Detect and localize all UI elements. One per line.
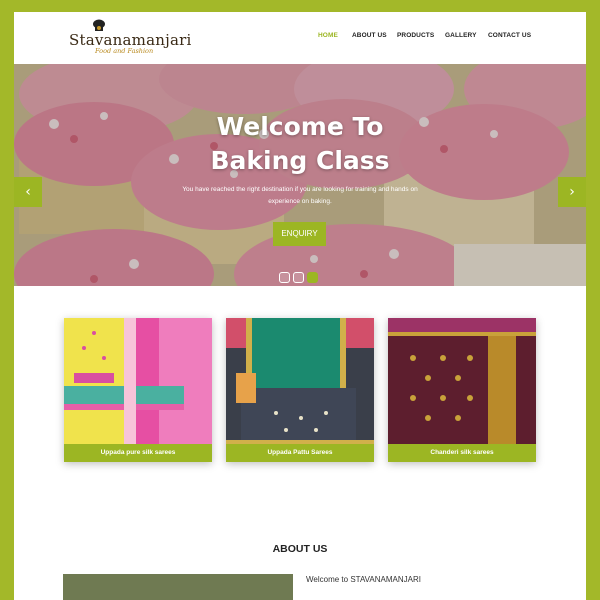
brand-tagline: Food and Fashion: [95, 47, 154, 55]
hero-title-line1: Welcome To: [216, 112, 384, 141]
site-header: Stavanamanjari Food and Fashion HOME ABO…: [14, 12, 586, 64]
product-card[interactable]: Chanderi silk sarees: [388, 318, 536, 462]
product-label: Chanderi silk sarees: [388, 444, 536, 462]
slide-dot-1[interactable]: [279, 272, 290, 283]
hero-subtitle: You have reached the right destination i…: [182, 186, 418, 205]
product-image: [388, 318, 536, 444]
nav-contact-us[interactable]: CONTACT US: [488, 32, 531, 39]
hero-title-line2: Baking Class: [210, 146, 390, 175]
slide-dot-3[interactable]: [307, 272, 318, 283]
product-image: [64, 318, 212, 444]
main-nav: HOME ABOUT US PRODUCTS GALLERY CONTACT U…: [14, 32, 586, 46]
hero-slider: Welcome To Baking Class You have reached…: [14, 64, 586, 286]
products-section: Uppada pure silk sarees Uppada Pattu Sar…: [14, 318, 586, 478]
about-title: ABOUT US: [272, 543, 328, 555]
nav-products[interactable]: PRODUCTS: [397, 32, 434, 39]
chevron-left-icon: ‹: [25, 184, 31, 200]
about-intro: Welcome to STAVANAMANJARI: [306, 575, 421, 584]
enquiry-button[interactable]: ENQUIRY: [273, 222, 326, 246]
chevron-right-icon: ›: [569, 184, 575, 200]
nav-gallery[interactable]: GALLERY: [445, 32, 477, 39]
product-image: [226, 318, 374, 444]
product-label: Uppada pure silk sarees: [64, 444, 212, 462]
next-slide-button[interactable]: ›: [558, 177, 586, 207]
slide-dot-2[interactable]: [293, 272, 304, 283]
product-label: Uppada Pattu Sarees: [226, 444, 374, 462]
nav-home[interactable]: HOME: [318, 32, 338, 39]
prev-slide-button[interactable]: ‹: [14, 177, 42, 207]
product-card[interactable]: Uppada Pattu Sarees: [226, 318, 374, 462]
page: Stavanamanjari Food and Fashion HOME ABO…: [14, 12, 586, 600]
slider-dots: [279, 272, 339, 284]
nav-about-us[interactable]: ABOUT US: [352, 32, 387, 39]
about-image: [63, 574, 293, 600]
product-card[interactable]: Uppada pure silk sarees: [64, 318, 212, 462]
